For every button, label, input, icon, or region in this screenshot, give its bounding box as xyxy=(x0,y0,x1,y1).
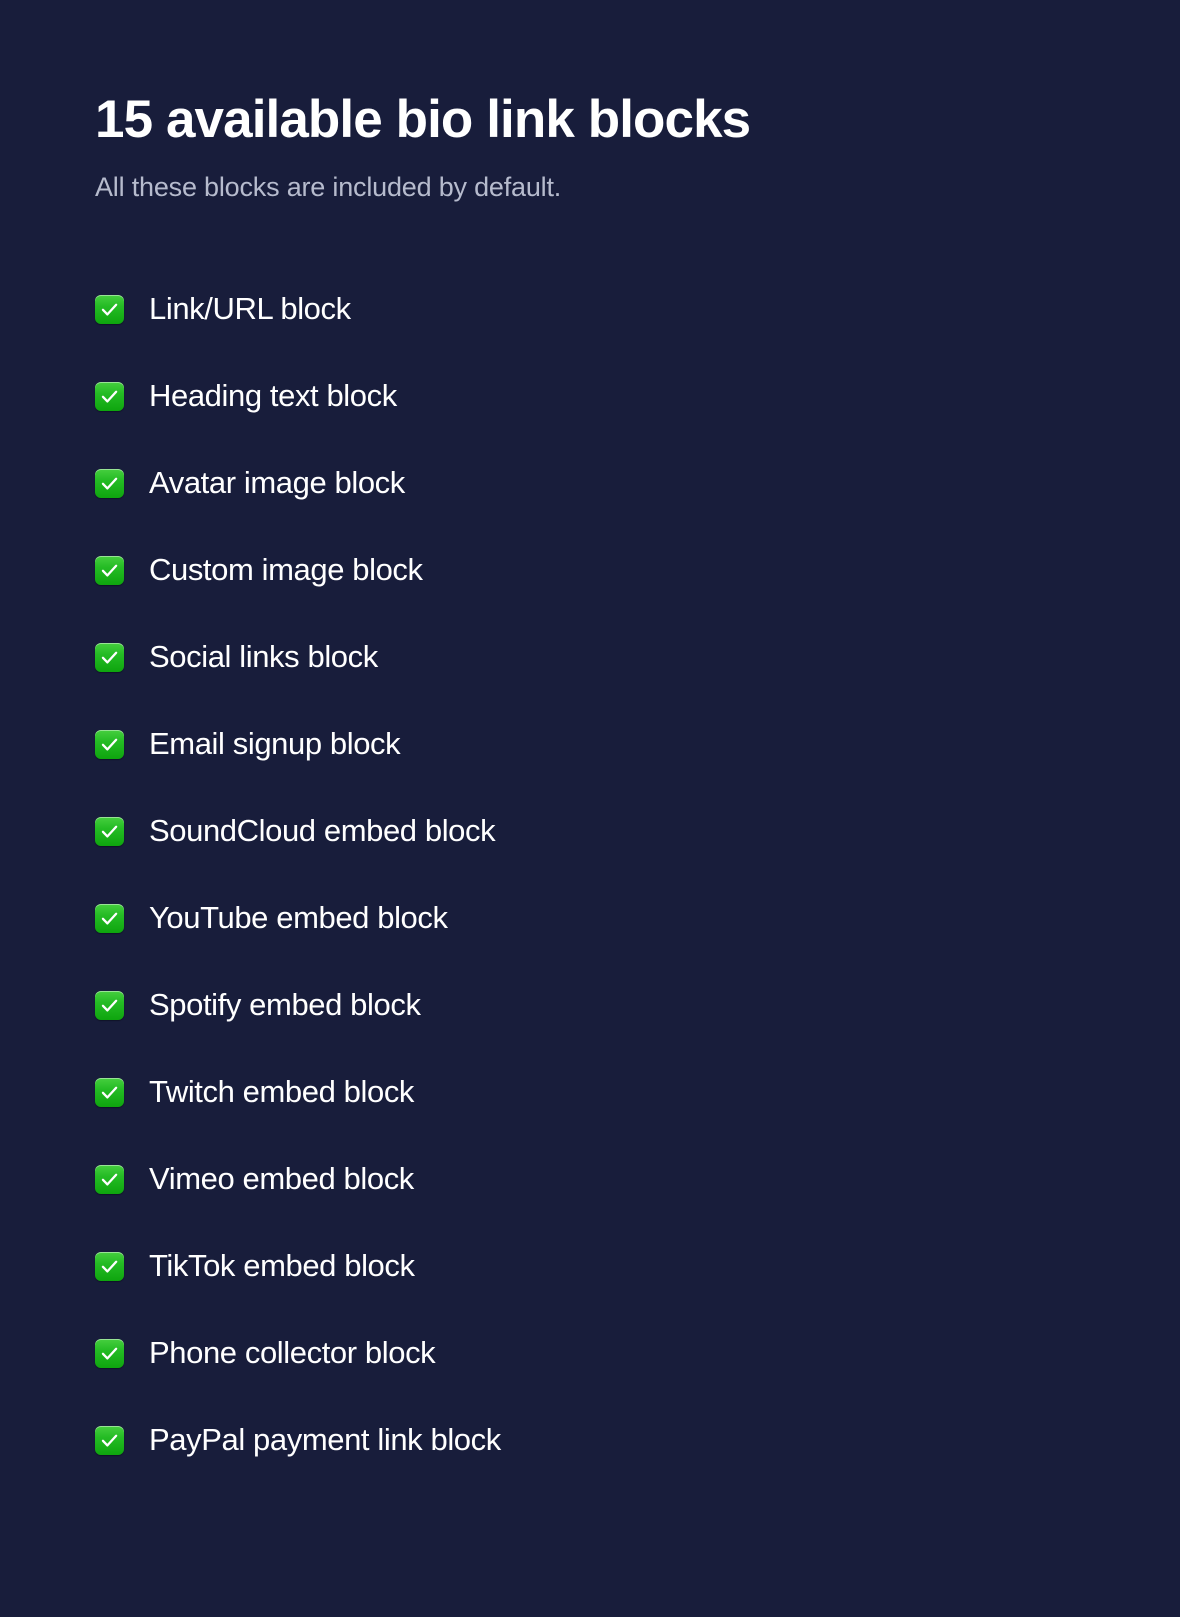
list-item: Custom image block xyxy=(95,526,1085,613)
green-check-mark-icon xyxy=(95,295,124,324)
list-item-label: Phone collector block xyxy=(149,1335,435,1371)
list-item: Email signup block xyxy=(95,700,1085,787)
list-item: TikTok embed block xyxy=(95,1222,1085,1309)
green-check-mark-icon xyxy=(95,730,124,759)
page-subtitle: All these blocks are included by default… xyxy=(95,171,1085,203)
green-check-mark-icon xyxy=(95,904,124,933)
green-check-mark-icon xyxy=(95,1339,124,1368)
list-item-label: SoundCloud embed block xyxy=(149,813,495,849)
list-item: Avatar image block xyxy=(95,439,1085,526)
list-item: Link/URL block xyxy=(95,265,1085,352)
green-check-mark-icon xyxy=(95,1252,124,1281)
list-item: Phone collector block xyxy=(95,1309,1085,1396)
green-check-mark-icon xyxy=(95,991,124,1020)
list-item-label: Spotify embed block xyxy=(149,987,421,1023)
list-item: Spotify embed block xyxy=(95,961,1085,1048)
list-item: PayPal payment link block xyxy=(95,1396,1085,1483)
list-item-label: Avatar image block xyxy=(149,465,405,501)
list-item-label: PayPal payment link block xyxy=(149,1422,501,1458)
list-item-label: Custom image block xyxy=(149,552,423,588)
list-item-label: YouTube embed block xyxy=(149,900,448,936)
page-title: 15 available bio link blocks xyxy=(95,0,1085,148)
list-item-label: Twitch embed block xyxy=(149,1074,414,1110)
list-item: Vimeo embed block xyxy=(95,1135,1085,1222)
list-item: Heading text block xyxy=(95,352,1085,439)
green-check-mark-icon xyxy=(95,643,124,672)
list-item: Social links block xyxy=(95,613,1085,700)
bio-link-blocks-page: 15 available bio link blocks All these b… xyxy=(0,0,1180,1617)
list-item: YouTube embed block xyxy=(95,874,1085,961)
green-check-mark-icon xyxy=(95,1426,124,1455)
list-item-label: TikTok embed block xyxy=(149,1248,415,1284)
green-check-mark-icon xyxy=(95,469,124,498)
list-item-label: Link/URL block xyxy=(149,291,351,327)
green-check-mark-icon xyxy=(95,1078,124,1107)
green-check-mark-icon xyxy=(95,556,124,585)
list-item: SoundCloud embed block xyxy=(95,787,1085,874)
green-check-mark-icon xyxy=(95,1165,124,1194)
list-item-label: Heading text block xyxy=(149,378,397,414)
green-check-mark-icon xyxy=(95,382,124,411)
list-item-label: Email signup block xyxy=(149,726,400,762)
green-check-mark-icon xyxy=(95,817,124,846)
list-item-label: Social links block xyxy=(149,639,378,675)
list-item-label: Vimeo embed block xyxy=(149,1161,414,1197)
list-item: Twitch embed block xyxy=(95,1048,1085,1135)
available-blocks-list: Link/URL block Heading text block Avatar i… xyxy=(95,265,1085,1483)
